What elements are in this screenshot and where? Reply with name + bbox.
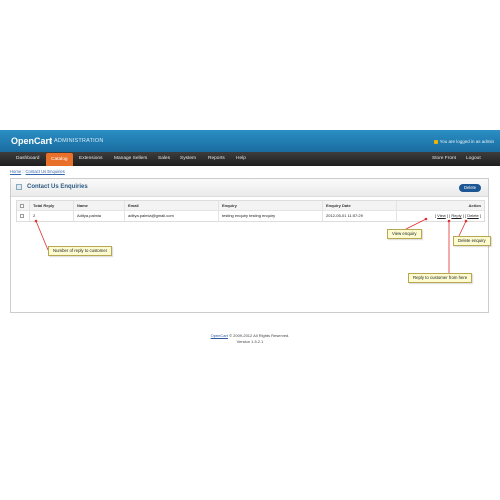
col-name[interactable]: Name [73, 201, 124, 211]
menu-reports[interactable]: Reports [208, 152, 225, 166]
breadcrumb-current[interactable]: Contact Us Enquiries [26, 169, 65, 174]
cell-date: 2012-05-01 11:57:29 [322, 211, 396, 221]
breadcrumb: Home::Contact Us Enquiries [10, 169, 65, 174]
logo[interactable]: OpenCart [11, 136, 52, 146]
select-all-cell [17, 201, 29, 211]
callout-view: View enquiry [387, 229, 422, 239]
login-status-text: You are logged in as admin [439, 139, 494, 144]
cell-actions: [ View ] [ Reply ] [ Delete ] [396, 211, 484, 221]
view-link-label[interactable]: View [437, 213, 446, 218]
col-enquiry-date[interactable]: Enquiry Date [322, 201, 396, 211]
col-email[interactable]: Email [124, 201, 218, 211]
reply-link-label[interactable]: Reply [451, 213, 461, 218]
callout-delete: Delete enquiry [453, 236, 491, 246]
admin-label: | ADMINISTRATION [51, 138, 104, 144]
view-link[interactable]: [ View ] [435, 213, 448, 218]
row-checkbox[interactable] [20, 214, 24, 218]
breadcrumb-home[interactable]: Home [10, 169, 21, 174]
cell-total-reply: 2 [29, 211, 73, 221]
footer-opencart-link[interactable]: OpenCart [211, 333, 228, 338]
menu-extensions[interactable]: Extensions [79, 152, 102, 166]
delete-link[interactable]: [ Delete ] [465, 213, 481, 218]
col-enquiry[interactable]: Enquiry [218, 201, 322, 211]
cell-name: Aditya.palmia [73, 211, 124, 221]
delete-link-label[interactable]: Delete [467, 213, 479, 218]
menu-store-front[interactable]: Store Front [432, 152, 456, 166]
header-bar: OpenCart | ADMINISTRATION You are logged… [0, 130, 500, 152]
footer-version: Version 1.5.2.1 [236, 339, 264, 344]
col-total-reply[interactable]: Total Reply [29, 201, 73, 211]
main-menu: Dashboard Catalog Extensions Manage Sell… [0, 152, 500, 166]
enquiry-list-icon [16, 184, 22, 190]
menu-logout[interactable]: Logout [466, 152, 481, 166]
col-action: Action [396, 201, 484, 211]
menu-catalog[interactable]: Catalog [46, 153, 73, 166]
table-header-row: Total Reply Name Email Enquiry Enquiry D… [17, 201, 484, 211]
reply-link[interactable]: [ Reply ] [449, 213, 464, 218]
menu-help[interactable]: Help [236, 152, 246, 166]
enquiries-table: Total Reply Name Email Enquiry Enquiry D… [16, 200, 485, 222]
lock-icon [433, 140, 438, 144]
callout-reply-count: Number of reply to customer [48, 246, 113, 256]
app-root: OpenCart | ADMINISTRATION You are logged… [0, 0, 500, 500]
row-select-cell [17, 211, 29, 221]
footer-copyright: © 2009-2012 All Rights Reserved. [229, 333, 290, 338]
cell-enquiry: testing enquiry testing enquiry [218, 211, 322, 221]
page-title: Contact Us Enquiries [27, 184, 88, 190]
footer: OpenCart © 2009-2012 All Rights Reserved… [0, 333, 500, 345]
callout-reply: Reply to customer from here [408, 273, 473, 283]
delete-button[interactable]: Delete [459, 184, 481, 192]
table-row: 2 Aditya.palmia aditya.palmia@gmail.com … [17, 211, 484, 221]
menu-dashboard[interactable]: Dashboard [16, 152, 39, 166]
breadcrumb-separator: :: [22, 169, 25, 174]
login-status: You are logged in as admin [433, 139, 494, 144]
panel-header: Contact Us Enquiries Delete [11, 179, 488, 197]
cell-email: aditya.palmia@gmail.com [124, 211, 218, 221]
menu-system[interactable]: System [180, 152, 196, 166]
menu-manage-sellers[interactable]: Manage Sellers [114, 152, 147, 166]
menu-sales[interactable]: Sales [158, 152, 170, 166]
select-all-checkbox[interactable] [20, 204, 24, 208]
